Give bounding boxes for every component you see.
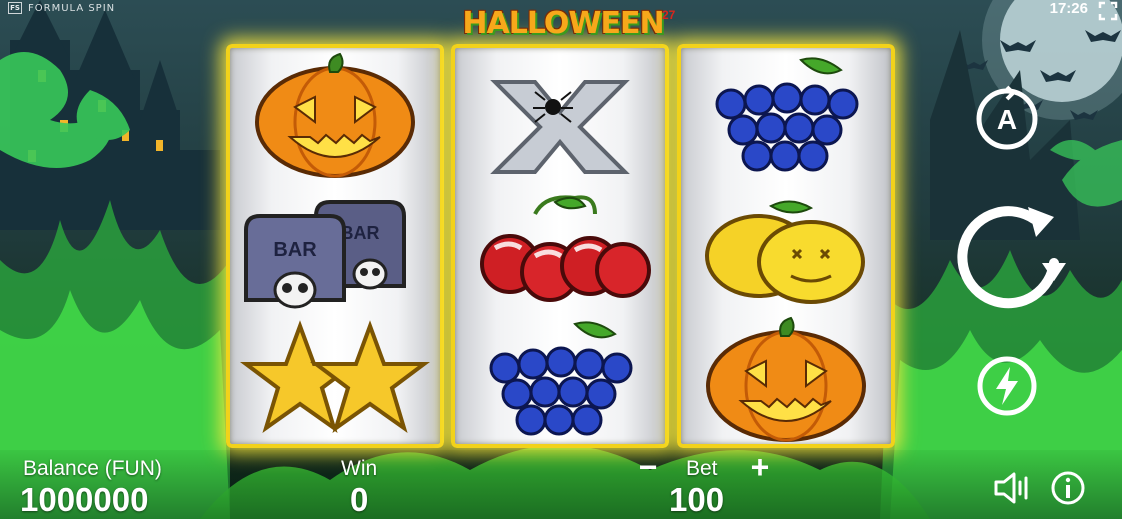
reel-2 — [451, 44, 669, 448]
svg-text:A: A — [997, 104, 1017, 135]
game-title: HALLOWEEN — [462, 6, 664, 41]
lemons-symbol — [681, 184, 891, 316]
pumpkin-symbol — [681, 316, 891, 448]
reel-1: BAR BAR — [226, 44, 444, 448]
stars-symbol — [230, 316, 440, 448]
balance-label: Balance (FUN) — [23, 457, 162, 480]
svg-text:BAR: BAR — [273, 239, 317, 261]
brand-name: FORMULA SPIN — [28, 2, 116, 14]
x-spider-symbol — [455, 52, 665, 184]
cherries-symbol — [455, 184, 665, 316]
game-title-superscript: 27 — [662, 8, 676, 22]
autoplay-button[interactable]: A — [973, 85, 1041, 153]
svg-text:BAR: BAR — [341, 223, 380, 243]
bet-increase-button[interactable]: + — [744, 451, 776, 484]
lightning-icon — [977, 356, 1037, 416]
info-button[interactable] — [1050, 470, 1086, 506]
speaker-icon — [994, 472, 1028, 504]
bet-decrease-button[interactable]: − — [632, 451, 664, 484]
win-label: Win — [341, 457, 378, 480]
autoplay-icon: A — [976, 85, 1038, 150]
clock: 17:26 — [1049, 0, 1088, 17]
bet-label: Bet — [686, 457, 718, 480]
balance-value: 1000000 — [20, 481, 149, 518]
fullscreen-icon[interactable] — [1098, 1, 1118, 21]
brand: FS FORMULA SPIN — [8, 2, 115, 14]
grapes-symbol — [681, 52, 891, 184]
win-value: 0 — [350, 481, 369, 518]
spin-icon — [957, 206, 1066, 309]
spin-button[interactable] — [942, 189, 1076, 323]
brand-logo-icon: FS — [8, 2, 22, 14]
bar-tombstone-symbol: BAR BAR — [230, 184, 440, 316]
bet-value: 100 — [669, 481, 725, 518]
info-icon — [1051, 471, 1085, 505]
turbo-button[interactable] — [976, 355, 1038, 417]
grapes-symbol — [455, 316, 665, 448]
pumpkin-symbol — [230, 52, 440, 184]
reel-3 — [677, 44, 895, 448]
bottom-panel: Balance (FUN) 1000000 Win 0 − Bet + 100 — [0, 450, 1122, 519]
sound-button[interactable] — [992, 470, 1036, 506]
